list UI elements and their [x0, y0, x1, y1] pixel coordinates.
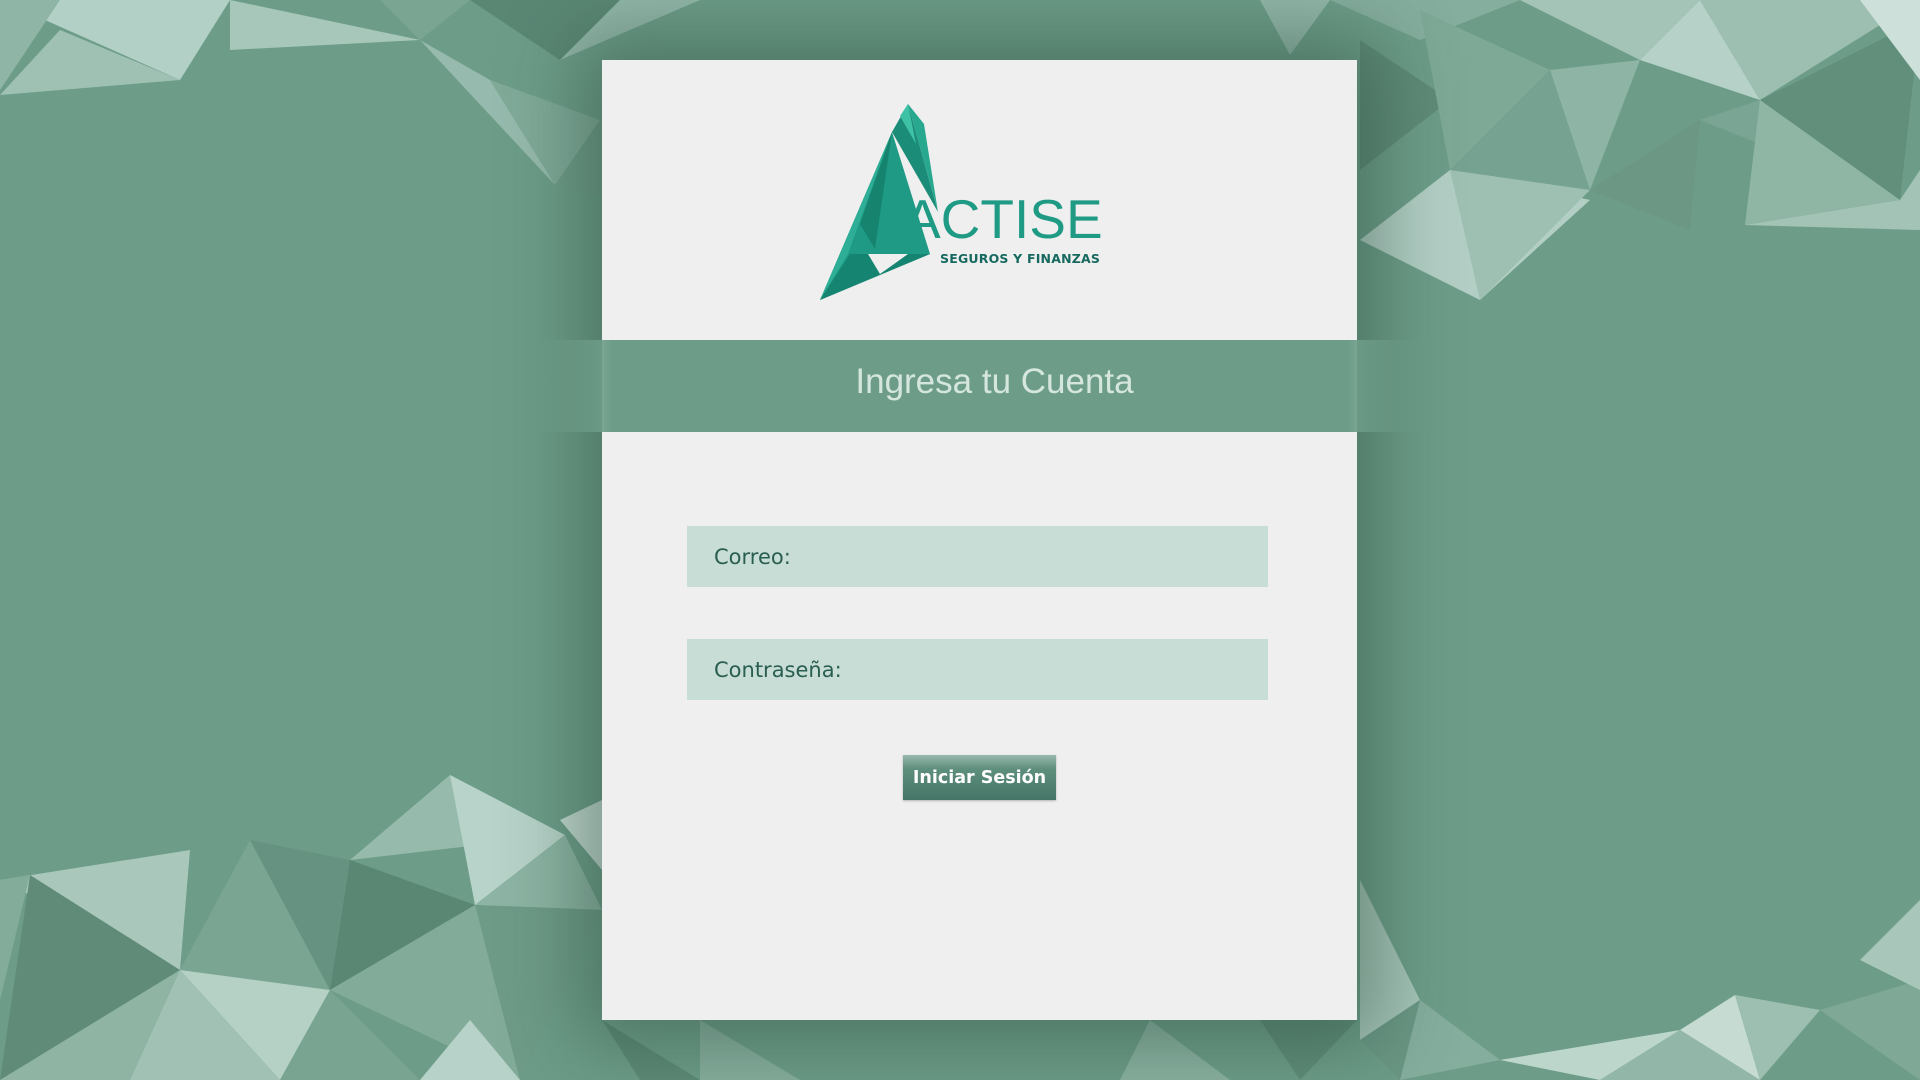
login-button[interactable]: Iniciar Sesión: [903, 755, 1056, 800]
password-label: Contraseña:: [714, 657, 842, 682]
email-field[interactable]: Correo:: [687, 525, 1268, 588]
brand-tagline: SEGUROS Y FINANZAS: [940, 251, 1101, 266]
page-title: Ingresa tu Cuenta: [855, 362, 1134, 401]
email-input[interactable]: [790, 525, 1268, 588]
brand-name: ACTISE: [904, 188, 1103, 250]
password-field[interactable]: Contraseña:: [687, 638, 1268, 701]
email-label: Correo:: [714, 544, 791, 569]
password-input[interactable]: [841, 638, 1268, 701]
